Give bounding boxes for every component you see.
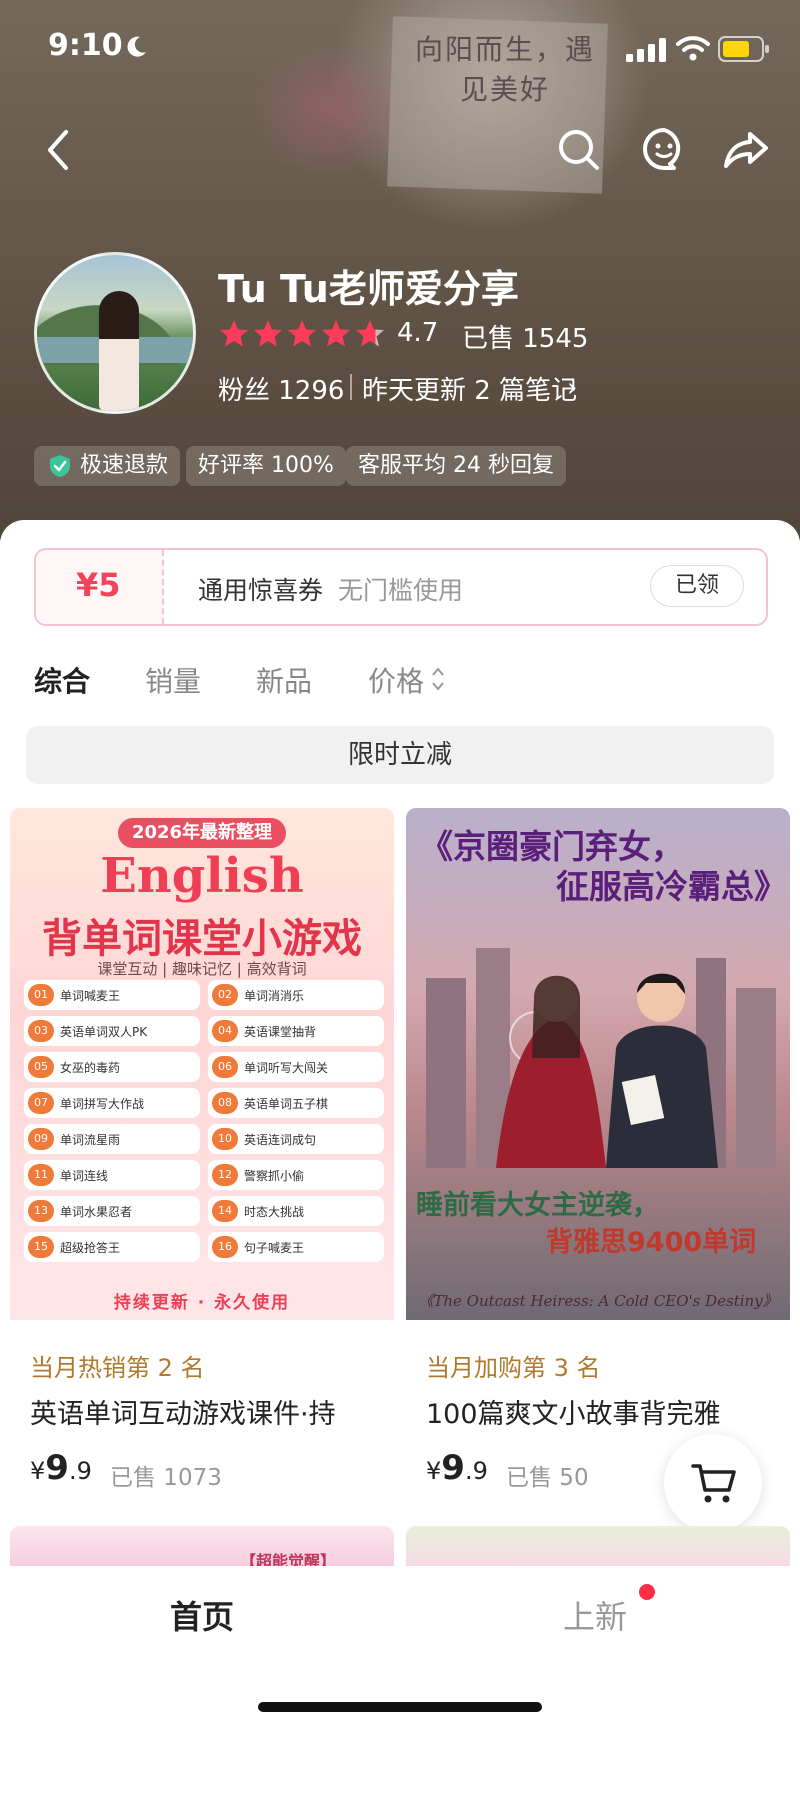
sort-tab-sales[interactable]: 销量: [145, 660, 201, 700]
product-rank-badge: 当月加购第 3 名: [426, 1354, 601, 1382]
game-item: 06 单词听写大闯关: [208, 1052, 384, 1082]
sort-arrows-icon[interactable]: [430, 664, 446, 694]
rating-stars: [220, 320, 384, 347]
game-item: 07 单词拼写大作战: [24, 1088, 200, 1118]
cover-title-line-2: 征服高冷霸总》: [556, 867, 787, 906]
moon-icon: [127, 36, 146, 57]
sort-tab-new[interactable]: 新品: [256, 660, 312, 700]
cover-english-subtitle: 《The Outcast Heiress: A Cold CEO's Desti…: [418, 1292, 778, 1310]
tab-home[interactable]: 首页: [170, 1592, 234, 1638]
sort-tab-comprehensive[interactable]: 综合: [34, 660, 90, 700]
wifi-icon: [676, 36, 710, 61]
product-cover-image: 2026年最新整理 English 背单词课堂小游戏 课堂互动 | 趣味记忆 |…: [10, 808, 394, 1320]
signal-icon: [626, 38, 666, 62]
customer-service-icon[interactable]: [640, 126, 688, 174]
cover-overlay-line-2: 背雅思9400单词: [546, 1227, 757, 1258]
cover-header-badge: 2026年最新整理: [118, 818, 286, 848]
product-title: 英语单词互动游戏课件·持: [30, 1399, 336, 1430]
game-item: 02 单词消消乐: [208, 980, 384, 1010]
game-item: 08 英语单词五子棋: [208, 1088, 384, 1118]
shop-sold-count: 已售 1545: [462, 324, 589, 354]
back-icon[interactable]: [36, 126, 84, 174]
coupon-description: 无门槛使用: [338, 576, 464, 605]
product-card-peek[interactable]: [10, 1526, 394, 1566]
game-item: 09 单词流星雨: [24, 1124, 200, 1154]
game-item: 05 女巫的毒药: [24, 1052, 200, 1082]
avatar-figure: [99, 291, 139, 411]
game-item: 13 单词水果忍者: [24, 1196, 200, 1226]
product-rank-badge: 当月热销第 2 名: [30, 1354, 205, 1382]
share-icon[interactable]: [722, 126, 770, 174]
product-price: ¥9.9: [30, 1448, 92, 1488]
product-sold-count: 已售 50: [506, 1465, 589, 1491]
sort-tab-price[interactable]: 价格: [368, 660, 424, 700]
cover-game-list: 01 单词喊麦王 02 单词消消乐 03 英语单词双人PK 04 英语课堂抽背 05 女巫…: [24, 980, 384, 1268]
cover-title: 背单词课堂小游戏: [42, 916, 362, 962]
coupon-value: ¥5: [76, 566, 121, 604]
service-tag-response-time: 客服平均 24 秒回复: [346, 446, 566, 486]
notification-dot: [639, 1584, 655, 1600]
info-divider: [350, 374, 352, 400]
shop-fans-count: 粉丝 1296: [218, 376, 345, 406]
search-icon[interactable]: [555, 126, 603, 174]
shield-check-icon: [50, 455, 70, 477]
game-item: 10 英语连词成句: [208, 1124, 384, 1154]
star-icon: [220, 320, 248, 347]
product-cover-image: 《京圈豪门弃女， 征服高冷霸总》 睡前看大女主逆袭， 背雅思9400单词 《Th…: [406, 808, 790, 1320]
service-tag-positive-rate: 好评率 100%: [186, 446, 346, 486]
shop-name: Tu Tu老师爱分享: [218, 267, 519, 311]
cover-illustration: [426, 948, 776, 1168]
cover-overlay-line-1: 睡前看大女主逆袭，: [416, 1190, 659, 1221]
shop-avatar[interactable]: [34, 252, 196, 414]
star-icon: [288, 320, 316, 347]
tag-label: 极速退款: [80, 453, 169, 478]
product-price: ¥9.9: [426, 1448, 488, 1488]
game-item: 16 句子喊麦王: [208, 1232, 384, 1262]
cart-icon[interactable]: [690, 1460, 738, 1506]
product-card[interactable]: 2026年最新整理 English 背单词课堂小游戏 课堂互动 | 趣味记忆 |…: [10, 808, 394, 1528]
product-card[interactable]: 《京圈豪门弃女， 征服高冷霸总》 睡前看大女主逆袭， 背雅思9400单词 《Th…: [406, 808, 790, 1528]
shop-update-link[interactable]: 昨天更新 2 篇笔记: [362, 370, 577, 407]
star-icon: [254, 320, 282, 347]
game-item: 04 英语课堂抽背: [208, 1016, 384, 1046]
battery-icon: [718, 36, 769, 62]
home-indicator[interactable]: [258, 1702, 542, 1712]
cover-english-title: English: [100, 848, 304, 904]
tab-new-arrivals[interactable]: 上新: [563, 1592, 627, 1638]
game-item: 01 单词喊麦王: [24, 980, 200, 1010]
shop-rating: 4.7: [397, 318, 439, 348]
cover-subtitle: 课堂互动 | 趣味记忆 | 高效背词: [97, 960, 307, 978]
product-title: 100篇爽文小故事背完雅: [426, 1399, 721, 1430]
chevron-right-icon[interactable]: ›: [567, 373, 577, 403]
game-item: 15 超级抢答王: [24, 1232, 200, 1262]
cover-footer: 持续更新 · 永久使用: [113, 1293, 291, 1313]
coupon-claimed-button[interactable]: 已领: [650, 565, 744, 607]
coupon-title: 通用惊喜券: [198, 576, 324, 605]
star-half-icon: [356, 320, 384, 347]
product-card-peek[interactable]: [406, 1526, 790, 1566]
game-item: 12 警察抓小偷: [208, 1160, 384, 1190]
star-icon: [322, 320, 350, 347]
limited-time-discount-filter[interactable]: 限时立减: [26, 726, 774, 784]
game-item: 14 时态大挑战: [208, 1196, 384, 1226]
game-item: 11 单词连线: [24, 1160, 200, 1190]
game-item: 03 英语单词双人PK: [24, 1016, 200, 1046]
product-sold-count: 已售 1073: [110, 1465, 222, 1491]
status-time: 9:10: [48, 28, 123, 63]
